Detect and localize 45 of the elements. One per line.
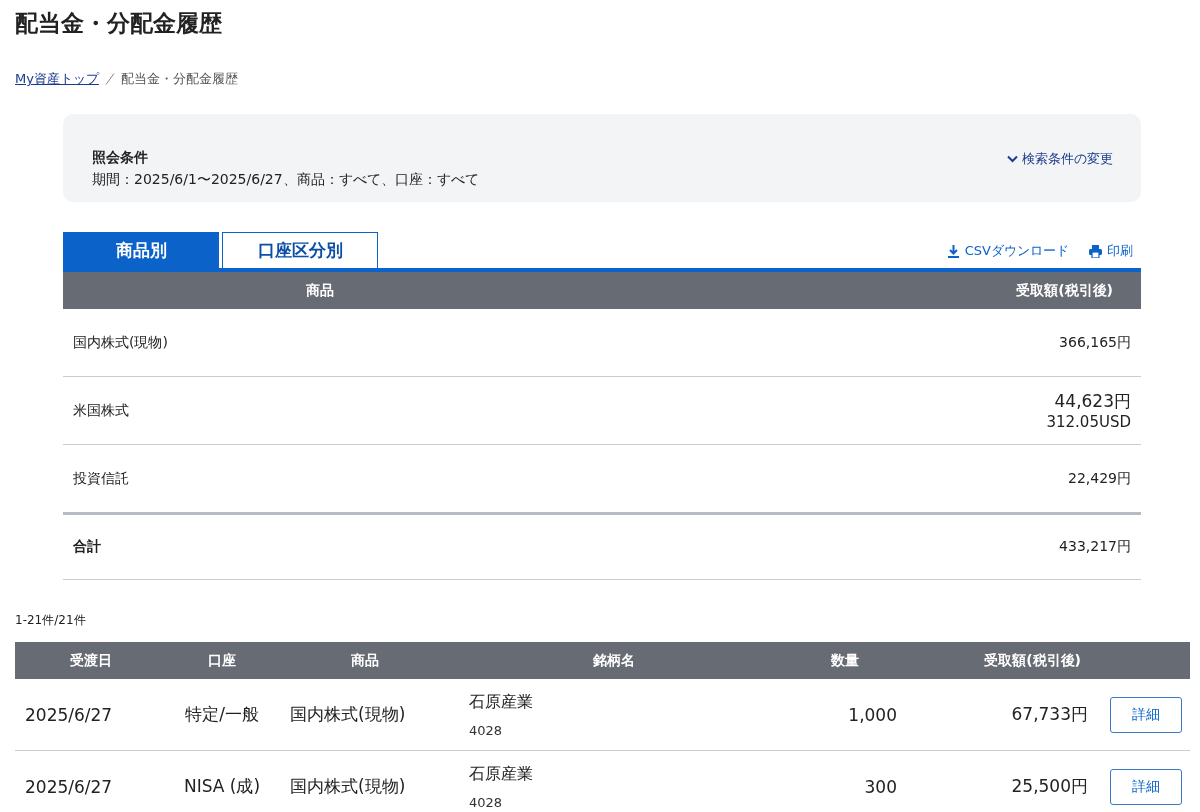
table-cell: 1,000 <box>776 679 907 751</box>
table-cell: 石原産業 4028 <box>451 679 776 751</box>
column-header: 銘柄名 <box>451 642 776 679</box>
table-cell: NISA (成) <box>166 750 278 812</box>
conditions-title: 照会条件 <box>92 149 149 167</box>
column-header: 数量 <box>776 642 907 679</box>
breadcrumb-separator-icon <box>104 73 115 85</box>
table-cell: 2025/6/27 <box>15 679 166 751</box>
column-header: 商品 <box>278 642 451 679</box>
table-cell: 67,733円 <box>907 679 1089 751</box>
tab[interactable]: 商品別 <box>63 232 219 268</box>
table-cell: 投資信託 <box>63 444 578 514</box>
download-icon <box>946 244 960 258</box>
breadcrumb-current: 配当金・分配金履歴 <box>120 70 238 88</box>
table-cell: 米国株式 <box>63 376 578 445</box>
page-title: 配当金・分配金履歴 <box>15 9 223 38</box>
table-cell: 22,429円 <box>577 444 1141 514</box>
table-cell: 25,500円 <box>907 750 1089 812</box>
table-cell: 366,165円 <box>577 309 1141 377</box>
table-cell: 300 <box>776 750 907 812</box>
table-cell: 国内株式(現物) <box>63 309 578 377</box>
print-link[interactable]: 印刷 <box>1089 242 1133 260</box>
column-header: 口座 <box>166 642 278 679</box>
table-cell: 2025/6/27 <box>15 750 166 812</box>
table-cell: 合計 <box>63 513 578 580</box>
chevron-down-icon <box>1007 155 1018 163</box>
result-count: 1-21件/21件 <box>15 612 87 629</box>
column-header: 受取額(税引後) <box>907 642 1089 679</box>
detail-button[interactable]: 詳細 <box>1110 696 1182 733</box>
table-cell: 国内株式(現物) <box>278 750 451 812</box>
table-cell: 44,623円 312.05USD <box>577 376 1141 445</box>
table-cell: 国内株式(現物) <box>278 679 451 751</box>
table-cell: 433,217円 <box>577 513 1141 580</box>
change-search-link[interactable]: 検索条件の変更 <box>1007 150 1113 168</box>
column-header: 商品 <box>63 272 578 309</box>
table-cell: 特定/一般 <box>166 679 278 751</box>
breadcrumb-link[interactable]: My資産トップ <box>15 70 99 88</box>
printer-icon <box>1089 244 1102 258</box>
conditions-text: 期間：2025/6/1〜2025/6/27、商品：すべて、口座：すべて <box>92 171 479 189</box>
column-header: 受取額(税引後) <box>577 272 1141 309</box>
csv-download-link[interactable]: CSVダウンロード <box>946 242 1069 260</box>
tab[interactable]: 口座区分別 <box>222 232 378 268</box>
column-header: 受渡日 <box>15 642 166 679</box>
detail-button[interactable]: 詳細 <box>1110 768 1182 805</box>
table-cell: 石原産業 4028 <box>451 750 776 812</box>
